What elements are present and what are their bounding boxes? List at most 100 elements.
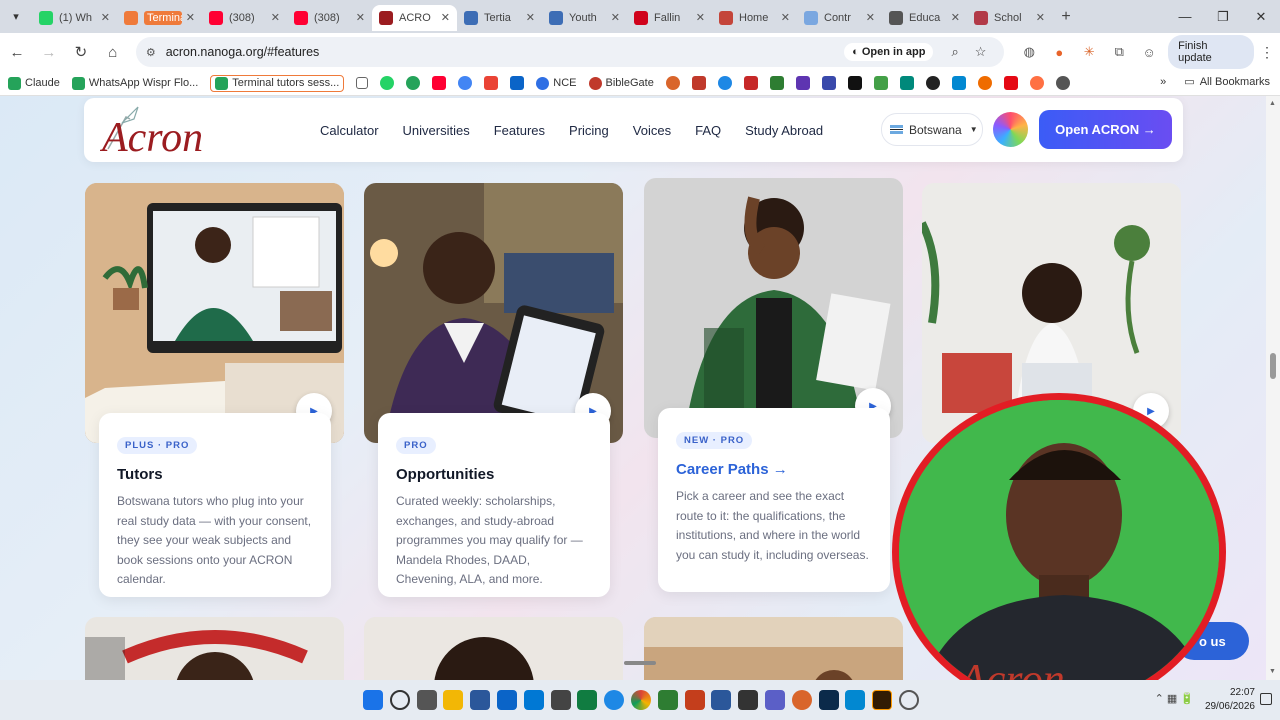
bookmark-icon[interactable] bbox=[406, 76, 421, 90]
scroll-up-icon[interactable]: ▲ bbox=[1269, 100, 1276, 107]
close-tab-icon[interactable]: ✕ bbox=[866, 11, 875, 24]
open-acron-button[interactable]: Open ACRON → bbox=[1039, 110, 1172, 149]
browser-tab[interactable]: Contr ✕ bbox=[797, 5, 882, 31]
powerpoint-icon[interactable] bbox=[684, 690, 705, 710]
nav-link-voices[interactable]: Voices bbox=[633, 123, 671, 138]
maximize-icon[interactable]: ❐ bbox=[1204, 0, 1242, 33]
browser-tab[interactable]: (308) ✕ bbox=[202, 5, 287, 31]
browser-tab[interactable]: ACRO ✕ bbox=[372, 4, 457, 31]
app-icon[interactable] bbox=[657, 690, 678, 710]
claude-icon[interactable] bbox=[791, 690, 812, 710]
close-tab-icon[interactable]: ✕ bbox=[101, 11, 110, 24]
close-window-icon[interactable]: ✕ bbox=[1242, 0, 1280, 33]
chrome-icon[interactable] bbox=[630, 690, 651, 710]
close-tab-icon[interactable]: ✕ bbox=[696, 11, 705, 24]
address-bar[interactable]: ⚙ acron.nanoga.org/#features ◐ Open in a… bbox=[135, 37, 1005, 67]
nav-link-pricing[interactable]: Pricing bbox=[569, 123, 609, 138]
browser-tab[interactable]: Educa ✕ bbox=[882, 5, 967, 31]
browser-tab[interactable]: Fallin ✕ bbox=[627, 5, 712, 31]
app-icon[interactable] bbox=[845, 690, 866, 710]
file-explorer-icon[interactable] bbox=[443, 690, 464, 710]
app-icon[interactable] bbox=[470, 690, 491, 710]
browser-tab[interactable]: Terminal tutors ses ✕ bbox=[117, 5, 202, 31]
bookmark-item[interactable]: WhatsApp Wispr Flo... bbox=[71, 75, 198, 92]
profile-avatar[interactable]: ☺ bbox=[1134, 45, 1164, 60]
excel-icon[interactable] bbox=[577, 690, 598, 710]
page-scrollbar[interactable]: ▲ ▼ bbox=[1266, 96, 1280, 680]
nav-link-calculator[interactable]: Calculator bbox=[320, 123, 379, 138]
youtube-bookmark-icon[interactable] bbox=[432, 76, 447, 90]
bookmark-item[interactable]: Claude bbox=[8, 75, 60, 92]
translate-icon[interactable]: ◍ bbox=[1014, 44, 1044, 60]
bookmark-icon[interactable] bbox=[691, 76, 706, 90]
taskbar-clock[interactable]: 22:07 29/06/2026 bbox=[1205, 686, 1255, 714]
extensions-puzzle-icon[interactable]: ⧉ bbox=[1104, 44, 1134, 60]
close-tab-icon[interactable]: ✕ bbox=[781, 11, 790, 24]
close-tab-icon[interactable]: ✕ bbox=[271, 11, 280, 24]
illustrator-icon[interactable] bbox=[872, 690, 893, 710]
browser-tab[interactable]: (1) Wh ✕ bbox=[32, 5, 117, 31]
extension-icon[interactable]: ● bbox=[1044, 45, 1074, 60]
gmail-bookmark-icon[interactable] bbox=[484, 76, 499, 90]
minimize-icon[interactable]: — bbox=[1166, 0, 1204, 33]
bookmark-item[interactable]: Terminal tutors sess... bbox=[210, 74, 345, 92]
bookmark-star-icon[interactable]: ☆ bbox=[975, 44, 987, 60]
bookmark-icon[interactable] bbox=[977, 76, 992, 90]
google-bookmark-icon[interactable] bbox=[458, 76, 473, 90]
bookmark-icon[interactable] bbox=[665, 76, 680, 90]
nav-link-features[interactable]: Features bbox=[494, 123, 545, 138]
photoshop-icon[interactable] bbox=[818, 690, 839, 710]
close-tab-icon[interactable]: ✕ bbox=[951, 11, 960, 24]
bookmark-item[interactable]: BibleGate bbox=[588, 76, 654, 90]
bookmark-icon[interactable] bbox=[1029, 76, 1044, 90]
close-tab-icon[interactable]: ✕ bbox=[441, 11, 450, 24]
nav-link-faq[interactable]: FAQ bbox=[695, 123, 721, 138]
teams-icon[interactable] bbox=[764, 690, 785, 710]
browser-tab[interactable]: Youth ✕ bbox=[542, 5, 627, 31]
task-view-icon[interactable] bbox=[416, 690, 437, 710]
bookmark-icon[interactable] bbox=[873, 76, 888, 90]
bookmark-icon[interactable] bbox=[795, 76, 810, 90]
bookmark-icon[interactable] bbox=[899, 76, 914, 90]
home-icon[interactable]: ⌂ bbox=[98, 37, 128, 67]
start-menu-icon[interactable] bbox=[363, 690, 383, 710]
all-bookmarks-link[interactable]: All Bookmarks bbox=[1200, 76, 1270, 88]
finish-update-button[interactable]: Finish update bbox=[1168, 35, 1255, 69]
bookmark-icon[interactable] bbox=[743, 76, 758, 90]
word-icon[interactable] bbox=[711, 690, 732, 710]
browser-tab[interactable]: Schol ✕ bbox=[967, 5, 1052, 31]
scroll-down-icon[interactable]: ▼ bbox=[1269, 668, 1276, 675]
new-tab-button[interactable]: + bbox=[1052, 8, 1080, 26]
bookmark-icon[interactable] bbox=[821, 76, 836, 90]
reload-icon[interactable]: ↻ bbox=[66, 37, 96, 67]
url-text[interactable]: acron.nanoga.org/#features bbox=[166, 45, 844, 59]
browser-tab[interactable]: Home ✕ bbox=[712, 5, 797, 31]
menu-kebab-icon[interactable]: ⋮ bbox=[1254, 44, 1280, 61]
whatsapp-bookmark-icon[interactable] bbox=[380, 76, 395, 90]
system-tray[interactable]: ⌃ ▦ 🔋 bbox=[1155, 692, 1194, 705]
bookmark-item[interactable]: NCE bbox=[536, 76, 577, 90]
app-icon[interactable] bbox=[738, 690, 759, 710]
outlook-bookmark-icon[interactable] bbox=[510, 76, 525, 90]
zoom-icon[interactable]: ⌕ bbox=[951, 44, 958, 60]
outlook-icon[interactable] bbox=[496, 690, 517, 710]
bookmark-icon[interactable] bbox=[951, 76, 966, 90]
close-tab-icon[interactable]: ✕ bbox=[356, 11, 365, 24]
forward-icon[interactable]: → bbox=[34, 37, 64, 67]
close-tab-icon[interactable]: ✕ bbox=[186, 11, 195, 24]
bookmark-icon[interactable] bbox=[769, 76, 784, 90]
app-icon[interactable] bbox=[604, 690, 625, 710]
close-tab-icon[interactable]: ✕ bbox=[611, 11, 620, 24]
bookmark-icon[interactable] bbox=[1055, 76, 1070, 90]
notification-icon[interactable] bbox=[1260, 693, 1272, 705]
nav-link-study-abroad[interactable]: Study Abroad bbox=[745, 123, 823, 138]
tab-search-icon[interactable]: ▾ bbox=[0, 0, 32, 33]
open-in-app-button[interactable]: ◐ Open in app bbox=[844, 43, 934, 61]
browser-tab[interactable]: Tertia ✕ bbox=[457, 5, 542, 31]
app-icon[interactable] bbox=[550, 690, 571, 710]
scrollbar-thumb[interactable] bbox=[1270, 353, 1276, 379]
vscode-icon[interactable] bbox=[523, 690, 544, 710]
claude-extension-icon[interactable]: ✳ bbox=[1074, 44, 1104, 60]
netflix-bookmark-icon[interactable] bbox=[1003, 76, 1018, 90]
site-info-icon[interactable]: ⚙ bbox=[146, 46, 156, 59]
